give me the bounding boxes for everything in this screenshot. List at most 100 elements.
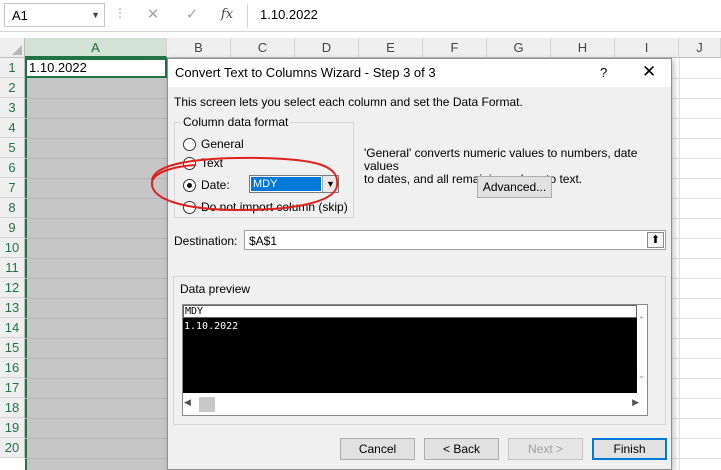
- preview-area[interactable]: MDY 1.10.2022 ⌃ ⌄ ◀ ▶: [182, 304, 648, 416]
- row-header[interactable]: 1: [0, 58, 25, 78]
- column-header-d[interactable]: D: [295, 38, 359, 58]
- row-header[interactable]: 11: [0, 258, 25, 278]
- column-header-e[interactable]: E: [359, 38, 423, 58]
- gridline: [25, 458, 167, 459]
- scroll-left-icon[interactable]: ◀: [184, 397, 191, 408]
- text-to-columns-dialog: Convert Text to Columns Wizard - Step 3 …: [167, 58, 672, 470]
- destination-value[interactable]: $A$1: [249, 234, 277, 248]
- row-header[interactable]: 15: [0, 338, 25, 358]
- row-header[interactable]: 4: [0, 118, 25, 138]
- name-box[interactable]: A1 ▼: [4, 3, 105, 27]
- row-header[interactable]: 8: [0, 198, 25, 218]
- gridline: [679, 58, 680, 470]
- radio-button[interactable]: [183, 179, 196, 192]
- gridline: [25, 198, 167, 199]
- column-header-a[interactable]: A: [25, 38, 167, 58]
- close-icon[interactable]: ✕: [642, 62, 656, 82]
- gridline: [25, 158, 167, 159]
- horizontal-scrollbar[interactable]: ◀ ▶: [183, 393, 647, 415]
- gridline: [25, 138, 167, 139]
- cell-a1[interactable]: 1.10.2022: [25, 58, 167, 78]
- column-header-f[interactable]: F: [423, 38, 487, 58]
- scroll-right-icon[interactable]: ▶: [632, 397, 639, 408]
- row-header[interactable]: 3: [0, 98, 25, 118]
- column-data-format-group: Column data format General Text Date: MD…: [174, 115, 354, 218]
- preview-row: 1.10.2022: [184, 321, 239, 332]
- radio-label[interactable]: General: [201, 137, 244, 151]
- dialog-title: Convert Text to Columns Wizard - Step 3 …: [175, 65, 436, 80]
- gridline: [25, 278, 167, 279]
- gridline: [25, 378, 167, 379]
- formula-bar-divider: [247, 4, 248, 28]
- more-icon[interactable]: ⋮: [114, 6, 126, 20]
- vertical-scrollbar[interactable]: ⌃ ⌄: [636, 305, 647, 393]
- row-header[interactable]: 10: [0, 238, 25, 258]
- advanced-button[interactable]: Advanced...: [477, 176, 552, 198]
- gridline: [25, 218, 167, 219]
- gridline: [25, 238, 167, 239]
- cancel-button[interactable]: Cancel: [340, 438, 415, 460]
- gridline: [25, 338, 167, 339]
- radio-button[interactable]: [183, 138, 196, 151]
- chevron-down-icon[interactable]: ▼: [322, 176, 338, 192]
- cancel-icon[interactable]: ✕: [142, 4, 164, 26]
- row-header[interactable]: 19: [0, 418, 25, 438]
- dialog-titlebar[interactable]: Convert Text to Columns Wizard - Step 3 …: [168, 59, 671, 87]
- column-header-g[interactable]: G: [487, 38, 551, 58]
- finish-button[interactable]: Finish: [592, 438, 667, 460]
- back-button[interactable]: < Back: [424, 438, 499, 460]
- gridline: [25, 438, 167, 439]
- gridline: [25, 118, 167, 119]
- row-header[interactable]: 17: [0, 378, 25, 398]
- help-icon[interactable]: ?: [600, 65, 607, 80]
- row-header[interactable]: 16: [0, 358, 25, 378]
- radio-label[interactable]: Text: [201, 156, 223, 170]
- dialog-intro: This screen lets you select each column …: [174, 95, 523, 109]
- name-box-value: A1: [12, 8, 28, 23]
- row-header[interactable]: 18: [0, 398, 25, 418]
- preview-column-data[interactable]: 1.10.2022: [183, 318, 637, 393]
- formula-input[interactable]: 1.10.2022: [260, 7, 318, 22]
- enter-icon[interactable]: ✓: [181, 4, 203, 26]
- column-header-b[interactable]: B: [167, 38, 231, 58]
- gridline: [25, 98, 167, 99]
- chevron-down-icon[interactable]: ▼: [91, 10, 100, 20]
- radio-label[interactable]: Date:: [201, 178, 230, 192]
- row-header[interactable]: 13: [0, 298, 25, 318]
- scroll-up-icon[interactable]: ⌃: [636, 315, 647, 326]
- radio-label[interactable]: Do not import column (skip): [201, 200, 348, 214]
- gridline: [25, 258, 167, 259]
- row-header[interactable]: 6: [0, 158, 25, 178]
- scroll-thumb[interactable]: [199, 397, 215, 412]
- data-preview-group: Data preview MDY 1.10.2022 ⌃ ⌄ ◀ ▶: [173, 276, 666, 425]
- row-header[interactable]: 9: [0, 218, 25, 238]
- column-header-i[interactable]: I: [615, 38, 679, 58]
- gridline: [25, 418, 167, 419]
- gridline: [25, 178, 167, 179]
- date-format-value: MDY: [251, 177, 321, 191]
- row-header[interactable]: 7: [0, 178, 25, 198]
- row-header[interactable]: 20: [0, 438, 25, 458]
- selected-column-a[interactable]: [25, 58, 167, 470]
- gridline: [25, 358, 167, 359]
- column-header-c[interactable]: C: [231, 38, 295, 58]
- scroll-down-icon[interactable]: ⌄: [636, 370, 647, 381]
- radio-button[interactable]: [183, 201, 196, 214]
- collapse-dialog-icon[interactable]: ⬆: [647, 232, 664, 248]
- gridline: [25, 398, 167, 399]
- next-button[interactable]: Next >: [508, 438, 583, 460]
- destination-field[interactable]: $A$1 ⬆: [244, 230, 666, 250]
- preview-column-header[interactable]: MDY: [183, 305, 637, 318]
- row-header[interactable]: 12: [0, 278, 25, 298]
- row-header[interactable]: 5: [0, 138, 25, 158]
- formula-bar: A1 ▼ ⋮ ✕ ✓ fx 1.10.2022: [0, 0, 721, 32]
- column-header-j[interactable]: J: [679, 38, 721, 58]
- radio-button[interactable]: [183, 157, 196, 170]
- select-all-corner[interactable]: [0, 38, 25, 58]
- column-header-h[interactable]: H: [551, 38, 615, 58]
- row-header[interactable]: 14: [0, 318, 25, 338]
- date-format-dropdown[interactable]: MDY ▼: [249, 175, 339, 193]
- function-icon[interactable]: fx: [216, 4, 238, 26]
- preview-label: Data preview: [180, 282, 251, 296]
- row-header[interactable]: 2: [0, 78, 25, 98]
